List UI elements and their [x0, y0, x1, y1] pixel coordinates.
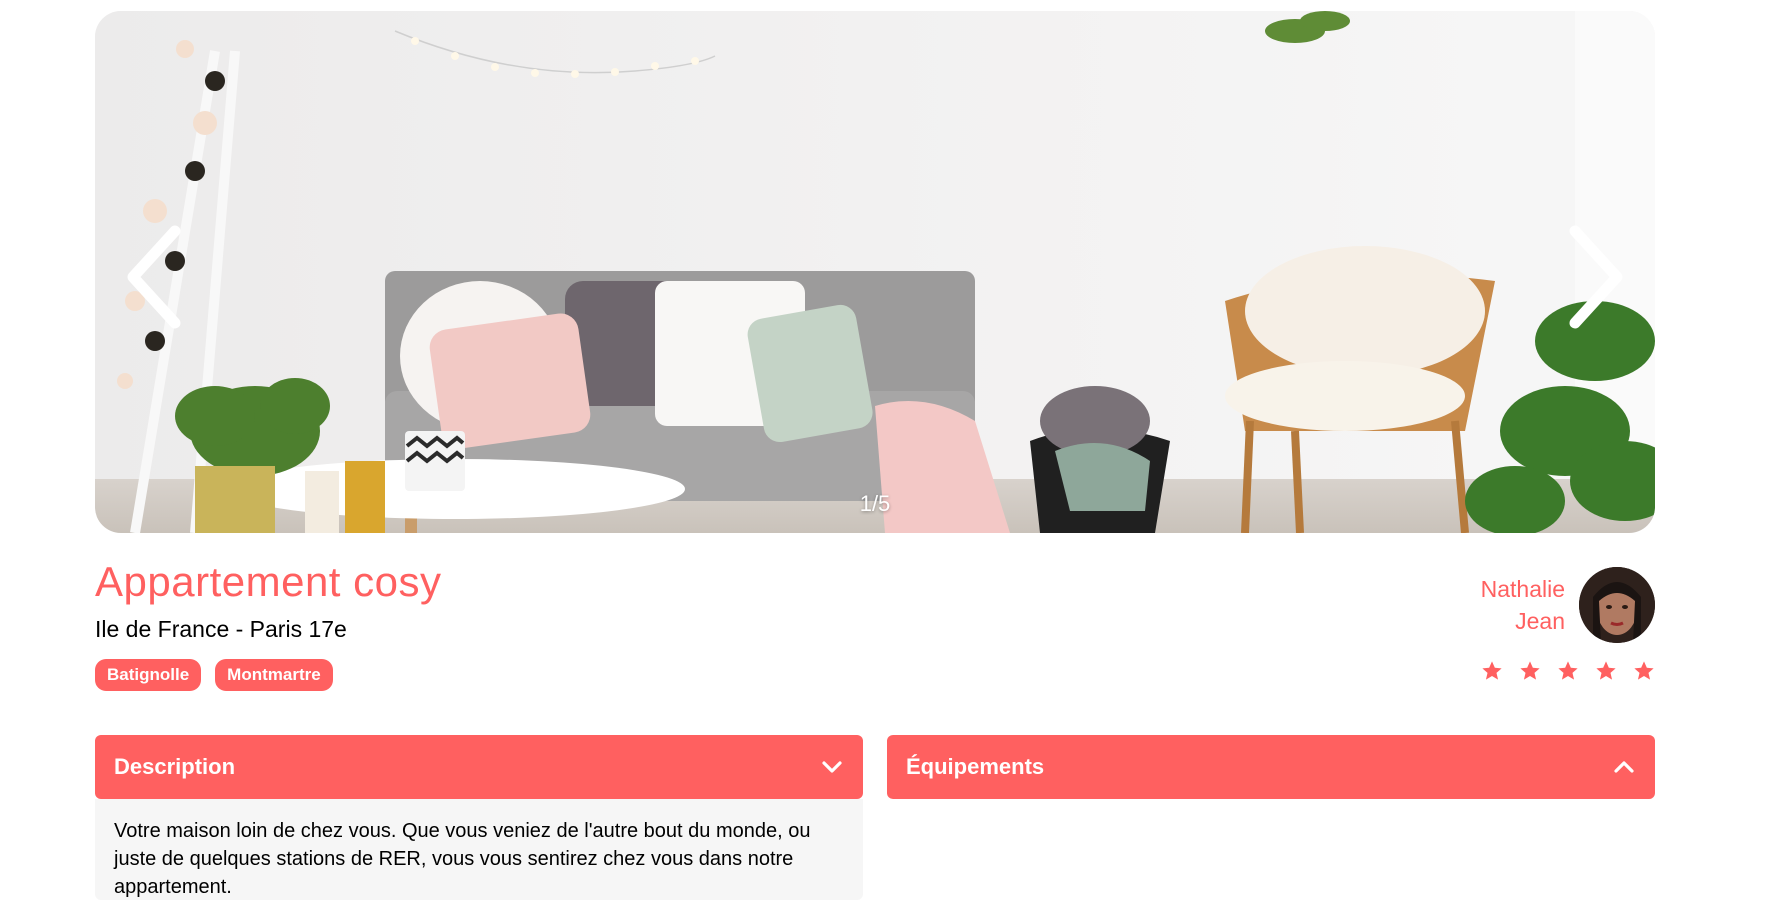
host-info: Nathalie Jean — [1481, 567, 1655, 643]
equipments-collapse-header[interactable]: Équipements — [887, 735, 1655, 799]
host-name: Nathalie Jean — [1481, 573, 1565, 637]
tag: Batignolle — [95, 659, 202, 691]
carousel-counter: 1/5 — [859, 491, 891, 516]
chevron-left-icon — [127, 225, 181, 329]
star-icon — [1596, 661, 1616, 680]
host-first-name: Nathalie — [1480, 576, 1565, 602]
chevron-right-icon — [1569, 225, 1623, 329]
host-rating — [1481, 660, 1655, 682]
equipments-label: Équipements — [906, 754, 1045, 779]
chevron-up-icon — [1614, 761, 1634, 773]
star-icon — [1634, 661, 1654, 680]
tag-list: Batignolle Montmartre — [95, 659, 333, 691]
chevron-down-icon — [822, 761, 842, 773]
tag: Montmartre — [215, 659, 333, 691]
listing-title: Appartement cosy — [95, 558, 442, 605]
image-carousel: 1/5 — [95, 11, 1655, 533]
host-last-name: Jean — [1515, 608, 1565, 634]
description-text: Votre maison loin de chez vous. Que vous… — [114, 820, 811, 898]
carousel-prev-button[interactable] — [113, 217, 193, 337]
star-icon — [1558, 661, 1578, 680]
star-icon — [1520, 661, 1540, 680]
star-icon — [1482, 661, 1502, 680]
description-collapse-header[interactable]: Description — [95, 735, 863, 799]
carousel-next-button[interactable] — [1557, 217, 1637, 337]
listing-location: Ile de France - Paris 17e — [95, 616, 347, 642]
apartment-photo — [95, 11, 1655, 533]
host-photo — [1579, 567, 1655, 643]
description-label: Description — [114, 754, 236, 779]
avatar — [1579, 567, 1655, 643]
description-content: Votre maison loin de chez vous. Que vous… — [95, 799, 863, 900]
